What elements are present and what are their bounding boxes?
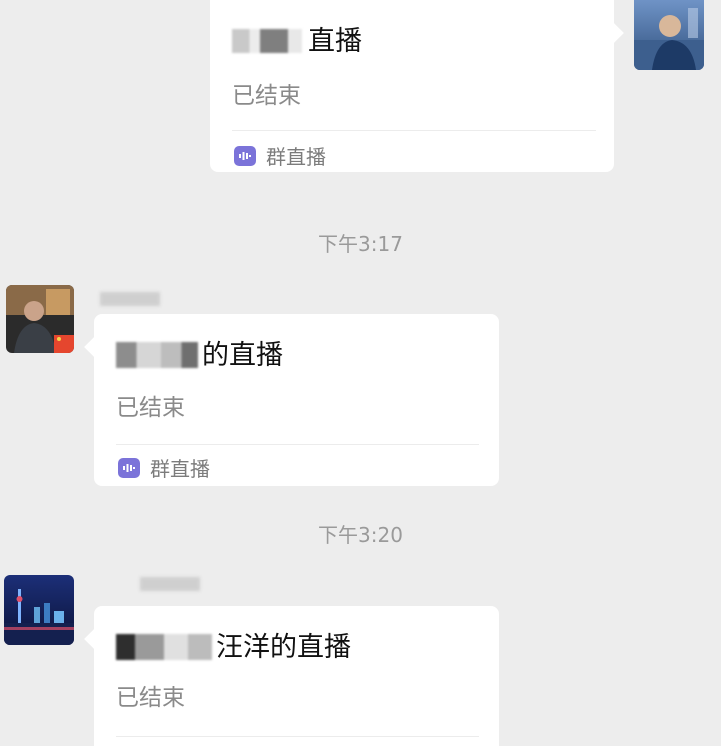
live-title: 的直播 [116, 338, 283, 372]
redacted-name [232, 29, 302, 53]
timestamp: 下午3:17 [318, 232, 403, 256]
sender-nickname [140, 577, 200, 591]
bubble-tail [604, 23, 624, 43]
card-footer: 群直播 [234, 141, 326, 170]
live-title: 汪洋的直播 [116, 630, 351, 664]
sender-avatar[interactable] [6, 285, 74, 353]
live-audio-icon [234, 145, 256, 166]
live-card-3[interactable]: 汪洋的直播 已结束 [84, 606, 499, 746]
bubble-tail [84, 337, 104, 357]
bubble-tail [84, 629, 104, 649]
self-avatar-image [634, 0, 704, 70]
live-audio-icon [118, 457, 140, 478]
card-divider [116, 444, 479, 445]
redacted-name [116, 634, 212, 660]
live-title: 直播 [232, 26, 362, 58]
live-status: 已结束 [116, 685, 185, 711]
card-divider [232, 130, 596, 131]
sender-avatar-image [4, 575, 74, 645]
footer-label: 群直播 [266, 145, 326, 169]
flag-badge-icon [54, 335, 74, 353]
live-status: 已结束 [116, 395, 185, 421]
card-divider [116, 736, 479, 737]
sender-avatar[interactable] [4, 575, 74, 645]
redacted-name [116, 342, 198, 368]
timestamp: 下午3:20 [318, 523, 403, 547]
card-footer: 群直播 [118, 453, 210, 482]
sender-nickname [100, 292, 160, 306]
sender-avatar-image [6, 285, 74, 353]
footer-label: 群直播 [150, 457, 210, 481]
live-status: 已结束 [232, 83, 301, 109]
live-card-1[interactable]: 直播 已结束 群直播 [210, 0, 624, 172]
self-avatar[interactable] [634, 0, 704, 70]
live-card-2[interactable]: 的直播 已结束 群直播 [84, 314, 499, 486]
